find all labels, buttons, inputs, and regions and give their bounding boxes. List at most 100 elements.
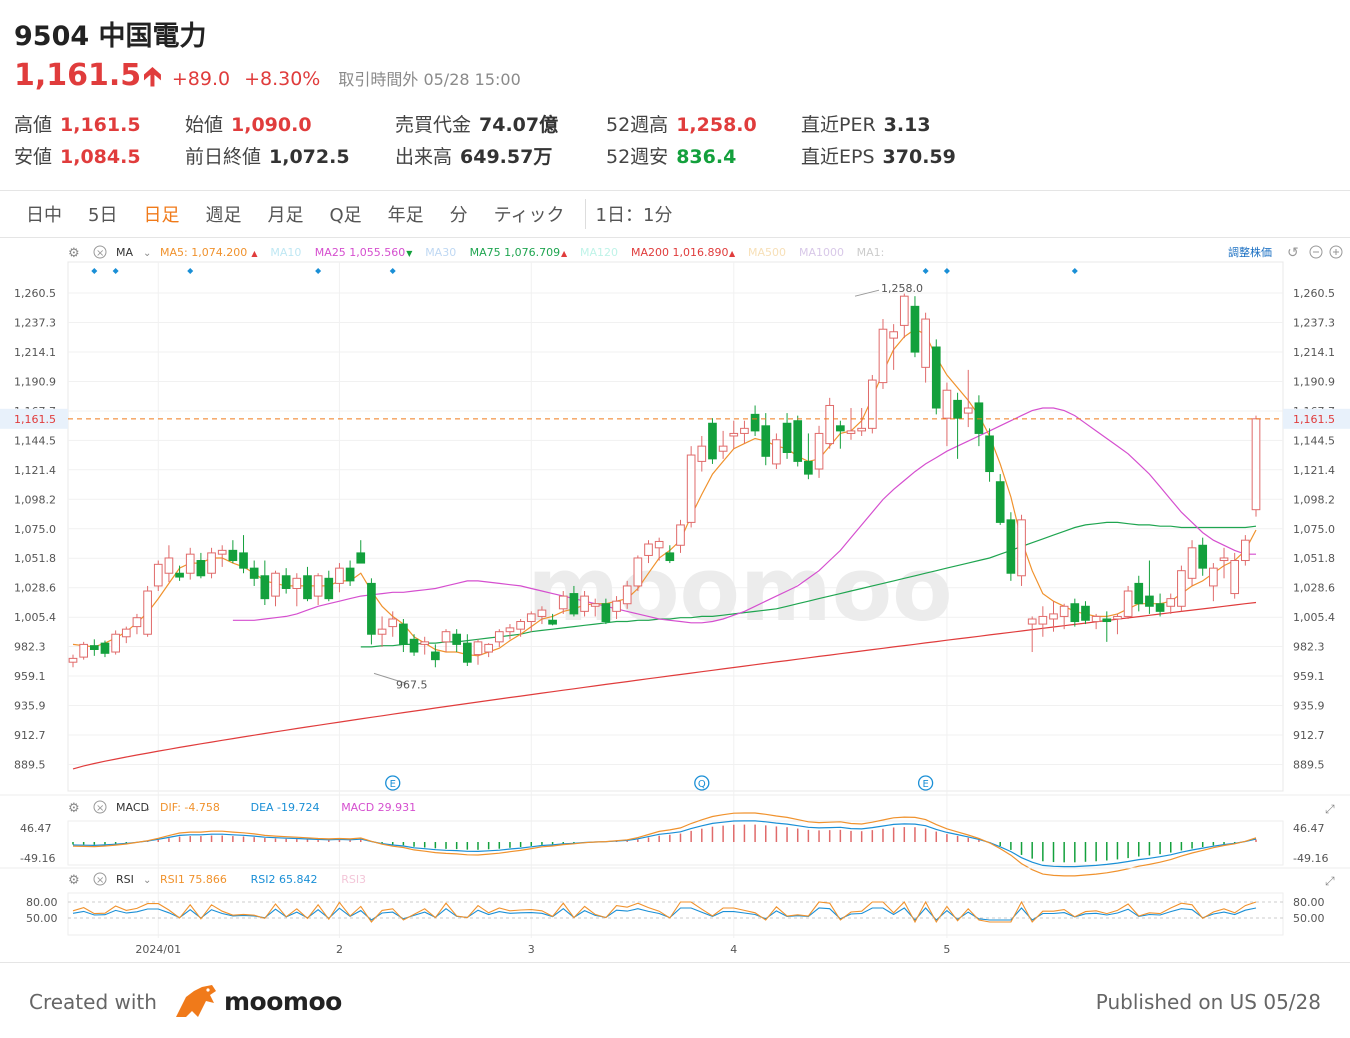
tab-tick[interactable]: ティック bbox=[494, 201, 565, 227]
candle-body bbox=[185, 553, 195, 574]
candle-body bbox=[718, 445, 728, 452]
y-tick-label-right: 1,260.5 bbox=[1293, 287, 1335, 300]
y-tick-label-right: 1,075.0 bbox=[1293, 523, 1335, 536]
y-tick-label-left: 1,051.8 bbox=[14, 552, 56, 565]
y-tick-label-left: 1,260.5 bbox=[14, 287, 56, 300]
candle-body bbox=[612, 600, 621, 612]
chevron-down-icon: ⌄ bbox=[143, 803, 151, 814]
y-tick-label-right: 1,051.8 bbox=[1293, 552, 1335, 565]
price-row: 1,161.5 🡱 +89.0 +8.30% 取引時間外 05/28 15:00 bbox=[14, 58, 521, 94]
rsi1-line bbox=[72, 900, 1257, 924]
stat-value: 370.59 bbox=[882, 146, 956, 168]
candle-body bbox=[782, 422, 792, 453]
tab-intraday[interactable]: 日中 bbox=[26, 201, 62, 227]
candle-body bbox=[1070, 603, 1080, 623]
candle-body bbox=[1049, 613, 1058, 620]
ma-legend-item: MA5: 1,074.200 bbox=[160, 246, 247, 259]
chevron-down-icon: ⌄ bbox=[143, 875, 151, 886]
y-tick-label-left: 1,075.0 bbox=[14, 523, 56, 536]
market-status: 取引時間外 05/28 15:00 bbox=[338, 70, 521, 89]
candle-body bbox=[740, 427, 749, 434]
footer: Created with moomoo Published on US 05/2… bbox=[0, 962, 1350, 1038]
y-tick-label-left: 1,121.4 bbox=[14, 464, 56, 477]
ma-legend-item: MA75 1,076.709 bbox=[470, 246, 560, 259]
candle-body bbox=[1230, 560, 1240, 595]
stat-label: 52週高 bbox=[606, 114, 669, 136]
candle-body bbox=[260, 575, 270, 600]
settings-icon: ⚙ bbox=[68, 801, 80, 816]
moomoo-bull-icon bbox=[176, 985, 216, 1017]
y-tick-label-left: 935.9 bbox=[14, 700, 46, 713]
candle-body bbox=[878, 328, 888, 384]
tab-yearly[interactable]: 年足 bbox=[388, 201, 424, 227]
y-tick-label-right: 1,144.5 bbox=[1293, 434, 1335, 447]
candle-body bbox=[590, 603, 600, 607]
candle-body bbox=[729, 432, 739, 437]
up-arrow-icon: ▲ bbox=[561, 249, 568, 258]
tab-daily[interactable]: 日足 bbox=[143, 201, 179, 227]
candle-body bbox=[79, 643, 88, 658]
candle-body bbox=[228, 549, 238, 562]
candle-body bbox=[548, 619, 557, 625]
moomoo-watermark: moomoo bbox=[527, 538, 952, 641]
current-price-label-right: 1,161.5 bbox=[1293, 413, 1335, 426]
candle-body bbox=[985, 435, 994, 473]
candle-body bbox=[1027, 618, 1037, 625]
candle-body bbox=[1219, 557, 1229, 562]
y-tick-label-left: 1,190.9 bbox=[14, 375, 56, 388]
macd-legend-item: DEA -19.724 bbox=[251, 801, 320, 814]
candle-body bbox=[654, 540, 664, 549]
tab-5day[interactable]: 5日 bbox=[88, 201, 117, 227]
candle-body bbox=[633, 557, 643, 587]
event-dot bbox=[922, 268, 929, 274]
candle-body bbox=[388, 618, 398, 628]
stat-label: 高値 bbox=[14, 114, 53, 136]
x-tick-label: 4 bbox=[730, 943, 737, 956]
stat-label: 前日終値 bbox=[185, 146, 262, 168]
candle-body bbox=[175, 572, 184, 578]
low-marker-label: 967.5 bbox=[396, 678, 428, 691]
y-tick-label-right: 889.5 bbox=[1293, 759, 1325, 772]
tab-minute[interactable]: 分 bbox=[450, 201, 468, 227]
candle-body bbox=[953, 399, 962, 419]
candle-body bbox=[324, 577, 334, 600]
candle-body bbox=[1177, 570, 1186, 607]
ma-legend-item: MA500 bbox=[748, 246, 786, 259]
created-with-label: Created with bbox=[29, 990, 157, 1014]
event-dot bbox=[943, 268, 950, 274]
tab-monthly[interactable]: 月足 bbox=[267, 201, 303, 227]
candle-body bbox=[697, 445, 707, 462]
candle-body bbox=[281, 575, 291, 589]
candle-body bbox=[814, 432, 824, 470]
expand-icon: ⤢ bbox=[1324, 874, 1335, 888]
candle-body bbox=[1017, 519, 1026, 577]
stat-value: 74.07億 bbox=[479, 114, 559, 136]
y-tick-label-right: 935.9 bbox=[1293, 700, 1325, 713]
tab-quarterly[interactable]: Q足 bbox=[329, 201, 361, 227]
earnings-event-label: Q bbox=[698, 779, 706, 790]
candle-body bbox=[164, 557, 174, 574]
ma-legend-item: MA200 1,016.890 bbox=[631, 246, 729, 259]
current-price: 1,161.5 bbox=[14, 58, 142, 93]
y-tick-label-left: 1,028.6 bbox=[14, 582, 56, 595]
ma-legend-item: MA30 bbox=[425, 246, 456, 259]
candle-body bbox=[995, 481, 1005, 523]
rsi-label: RSI bbox=[116, 873, 134, 886]
y-tick-label-left: 1,237.3 bbox=[14, 316, 56, 329]
tab-1day-1min[interactable]: 1日：1分 bbox=[596, 201, 673, 227]
stat-value: 1,090.0 bbox=[231, 114, 312, 136]
stock-chart[interactable]: 1,260.5 1,260.5 1,237.3 1,237.3 1,214.1 1,214… bbox=[0, 238, 1350, 962]
candle-body bbox=[292, 577, 302, 589]
macd-legend-item: MACD 29.931 bbox=[341, 801, 416, 814]
up-arrow-icon: 🡱 bbox=[143, 62, 162, 92]
candle-body bbox=[1198, 544, 1208, 569]
candle-body bbox=[899, 295, 909, 326]
stat-per: 直近PER 3.13 bbox=[801, 110, 931, 137]
candle-body bbox=[494, 631, 504, 643]
candle-body bbox=[377, 628, 387, 635]
candle-body bbox=[558, 595, 568, 610]
candle-body bbox=[580, 595, 589, 612]
current-price-label-left: 1,161.5 bbox=[14, 413, 56, 426]
tab-weekly[interactable]: 週足 bbox=[205, 201, 241, 227]
y-tick-label-right: 1,190.9 bbox=[1293, 375, 1335, 388]
